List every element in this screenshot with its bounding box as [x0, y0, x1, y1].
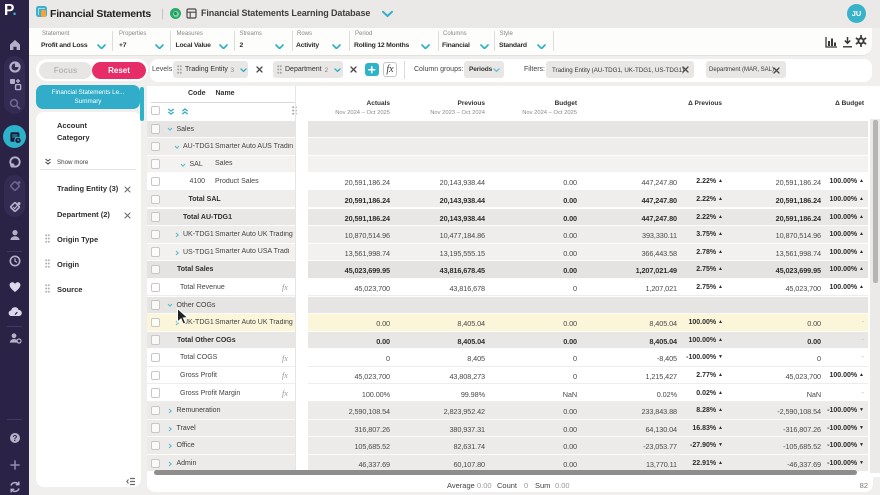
svg-text:?: ? [12, 433, 17, 442]
